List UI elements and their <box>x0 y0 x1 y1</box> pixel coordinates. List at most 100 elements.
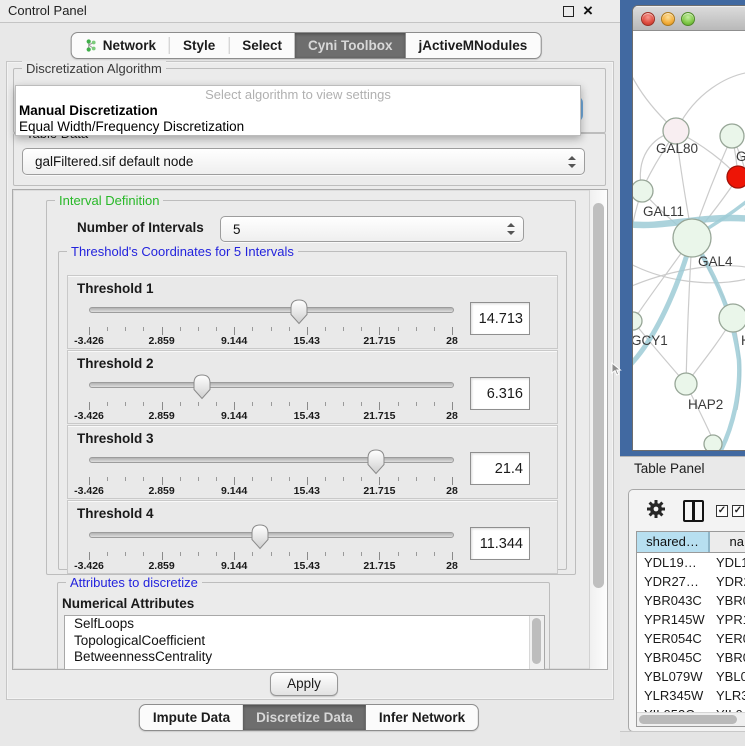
bottom-tab-impute-data[interactable]: Impute Data <box>140 705 243 730</box>
slider-track[interactable] <box>89 382 454 388</box>
table-cell[interactable]: YDL19… <box>637 553 710 572</box>
table-row[interactable]: YER054CYER0 <box>637 629 745 648</box>
table-cell[interactable]: YBR045C <box>637 648 710 667</box>
minimize-traffic-light[interactable] <box>661 12 675 26</box>
table-row[interactable]: YBL079WYBL0 <box>637 667 745 686</box>
table-cell[interactable]: YDL1 <box>710 553 745 572</box>
table-cell[interactable]: YBL079W <box>637 667 710 686</box>
tick-label: 9.144 <box>221 335 247 347</box>
table-row[interactable]: YLR345WYLR3 <box>637 686 745 705</box>
table-row[interactable]: YDL19…YDL1 <box>637 553 745 572</box>
tab-cyni-toolbox[interactable]: Cyni Toolbox <box>295 33 406 58</box>
table-cell[interactable]: YPR145W <box>637 610 710 629</box>
table-cell[interactable]: YBR0 <box>710 648 745 667</box>
tick-mark <box>180 402 181 406</box>
table-cell[interactable]: YBR043C <box>637 591 710 610</box>
network-edge[interactable] <box>633 191 642 270</box>
network-canvas[interactable]: GAL80GACGAL11GAL4GCY1HHAP2 <box>633 30 745 450</box>
table-cell[interactable]: YPR1 <box>710 610 745 629</box>
threshold-value-field[interactable]: 21.4 <box>470 452 530 485</box>
table-cell[interactable]: YDR27… <box>637 572 710 591</box>
threshold-slider[interactable]: -3.4262.8599.14415.4321.71528 <box>89 298 452 346</box>
table-cell[interactable]: YBL0 <box>710 667 745 686</box>
attribute-item-topologicalcoefficient[interactable]: TopologicalCoefficient <box>65 633 544 650</box>
horizontal-scrollbar[interactable] <box>637 712 745 726</box>
threshold-value-field[interactable]: 11.344 <box>470 527 530 560</box>
checkbox-icon[interactable]: ✓ <box>732 505 744 517</box>
network-node-gcy1[interactable] <box>633 312 642 330</box>
slider-track[interactable] <box>89 307 454 313</box>
bottom-tab-infer-network[interactable]: Infer Network <box>366 705 478 730</box>
threshold-value-field[interactable]: 6.316 <box>470 377 530 410</box>
slider-track[interactable] <box>89 532 454 538</box>
slider-thumb[interactable] <box>249 523 271 550</box>
node-table[interactable]: shared…na YDL19…YDL1YDR27…YDR2YBR043CYBR… <box>636 531 745 727</box>
number-of-intervals-combobox[interactable]: 5 <box>220 216 524 242</box>
checkbox-icon[interactable]: ✓ <box>716 505 728 517</box>
table-cell[interactable]: YLR3 <box>710 686 745 705</box>
tick-mark <box>107 477 108 481</box>
table-cell[interactable]: YDR2 <box>710 572 745 591</box>
network-node[interactable] <box>704 435 722 450</box>
slider-track[interactable] <box>89 457 454 463</box>
table-row[interactable]: YBR045CYBR0 <box>637 648 745 667</box>
tab-select[interactable]: Select <box>229 33 295 58</box>
table-row[interactable]: YBR043CYBR0 <box>637 591 745 610</box>
split-columns-icon[interactable] <box>683 500 704 522</box>
attribute-item-betweennesscentrality[interactable]: BetweennessCentrality <box>65 649 544 666</box>
tab-jactivemnodules[interactable]: jActiveMNodules <box>406 33 541 58</box>
close-icon[interactable]: × <box>583 0 593 22</box>
network-node-gal11[interactable] <box>633 180 653 202</box>
table-cell[interactable]: YER054C <box>637 629 710 648</box>
table-cell[interactable]: YBR0 <box>710 591 745 610</box>
close-traffic-light[interactable] <box>641 12 655 26</box>
vertical-scrollbar-thumb[interactable] <box>593 203 604 588</box>
numerical-attributes-list[interactable]: SelfLoopsTopologicalCoefficientBetweenne… <box>64 615 545 670</box>
tick-mark <box>252 552 253 556</box>
bottom-tab-discretize-data[interactable]: Discretize Data <box>243 705 366 730</box>
tick-mark <box>107 327 108 331</box>
column-header-1[interactable]: shared… <box>637 532 710 552</box>
slider-thumb[interactable] <box>191 373 213 400</box>
network-node-gal4[interactable] <box>673 219 711 257</box>
list-scrollbar[interactable] <box>529 616 544 670</box>
table-cell[interactable]: YER0 <box>710 629 745 648</box>
tick-label: 15.43 <box>294 410 320 422</box>
tick-mark <box>379 402 380 410</box>
algorithm-option-manual-discretization[interactable]: Manual Discretization <box>16 103 580 119</box>
tick-label: 28 <box>446 485 458 497</box>
threshold-slider[interactable]: -3.4262.8599.14415.4321.71528 <box>89 523 452 571</box>
float-window-icon[interactable] <box>563 6 574 17</box>
tick-mark <box>434 477 435 481</box>
threshold-slider[interactable]: -3.4262.8599.14415.4321.71528 <box>89 373 452 421</box>
thresholds-group-title: Threshold's Coordinates for 5 Intervals <box>67 244 298 259</box>
network-node-h[interactable] <box>719 304 745 332</box>
horizontal-scrollbar-thumb[interactable] <box>639 715 737 724</box>
network-node-c[interactable] <box>727 166 745 188</box>
algorithm-option-equal-width-frequency-discretization[interactable]: Equal Width/Frequency Discretization <box>16 119 580 135</box>
vertical-scrollbar[interactable] <box>589 190 607 669</box>
threshold-value-field[interactable]: 14.713 <box>470 302 530 335</box>
gear-icon[interactable] <box>646 499 666 522</box>
table-data-combobox[interactable]: galFiltered.sif default node <box>22 148 585 175</box>
table-cell[interactable]: YLR345W <box>637 686 710 705</box>
mouse-cursor <box>611 362 622 380</box>
column-header-2[interactable]: na <box>710 532 745 552</box>
tab-network[interactable]: Network <box>72 33 169 58</box>
table-row[interactable]: YPR145WYPR1 <box>637 610 745 629</box>
slider-thumb[interactable] <box>288 298 310 325</box>
zoom-traffic-light[interactable] <box>681 12 695 26</box>
apply-button[interactable]: Apply <box>270 672 338 696</box>
tick-mark <box>162 327 163 335</box>
network-node-ga[interactable] <box>720 124 744 148</box>
network-edge-thick[interactable] <box>633 238 692 368</box>
slider-thumb[interactable] <box>365 448 387 475</box>
network-node-hap2[interactable] <box>675 373 697 395</box>
tab-style[interactable]: Style <box>170 33 228 58</box>
table-row[interactable]: YDR27…YDR2 <box>637 572 745 591</box>
tick-mark <box>271 327 272 331</box>
attribute-item-selfloops[interactable]: SelfLoops <box>65 616 544 633</box>
list-scrollbar-thumb[interactable] <box>532 618 541 664</box>
network-window-titlebar[interactable] <box>633 6 745 31</box>
threshold-slider[interactable]: -3.4262.8599.14415.4321.71528 <box>89 448 452 496</box>
